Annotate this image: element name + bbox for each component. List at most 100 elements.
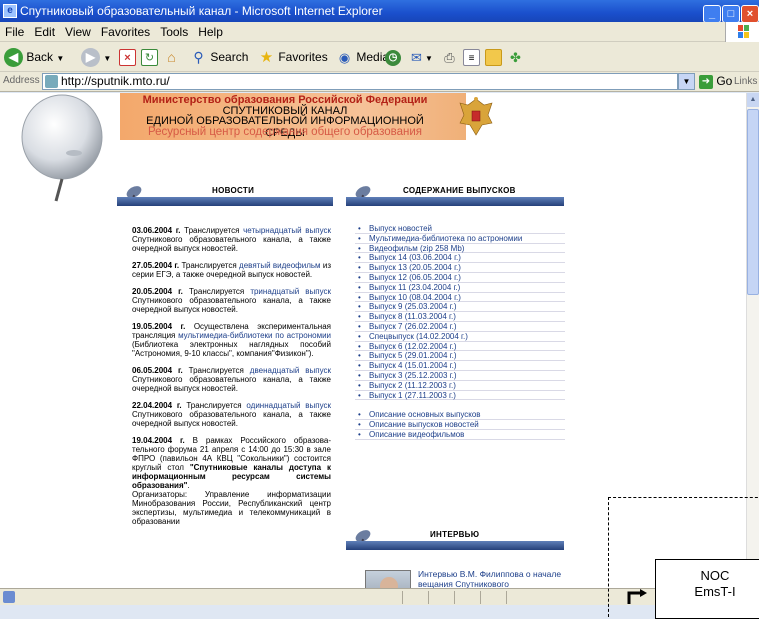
menu-help[interactable]: Help (193, 22, 228, 42)
news-link[interactable]: тринадцатый выпуск (250, 287, 331, 296)
stop-icon: × (119, 49, 136, 67)
issue-link[interactable]: Выпуск 7 (26.02.2004 г.) (355, 322, 565, 332)
satellite-dish-image (21, 94, 103, 202)
issue-link[interactable]: Выпуск новостей (355, 224, 565, 234)
issue-link[interactable]: Выпуск 12 (06.05.2004 г.) (355, 273, 565, 283)
issues-list: Выпуск новостей Мультимедиа-библиотека п… (355, 224, 565, 440)
issue-link[interactable]: Спецвыпуск (14.02.2004 г.) (355, 332, 565, 342)
windows-flag-icon (725, 22, 759, 42)
edit-button[interactable]: ≡ (463, 47, 480, 67)
issue-link[interactable]: Мультимедиа-библиотека по астрономии (355, 234, 565, 244)
back-dropdown-icon[interactable]: ▼ (56, 54, 64, 63)
news-item: 20.05.2004 г. Транслируется тринадцатый … (132, 287, 331, 314)
forward-dropdown-icon: ▼ (103, 54, 112, 63)
history-icon: ◷ (385, 49, 401, 66)
contents-heading: СОДЕРЖАНИЕ ВЫПУСКОВ (403, 186, 516, 195)
folder-button[interactable] (485, 47, 502, 67)
stop-button[interactable]: × (119, 47, 136, 67)
address-url: http://sputnik.mto.ru/ (61, 74, 170, 88)
menu-file[interactable]: File (0, 22, 29, 42)
contents-section-header: СОДЕРЖАНИЕ ВЫПУСКОВ (346, 183, 564, 209)
go-arrow-icon: ➜ (699, 74, 713, 89)
address-dropdown-icon[interactable]: ▼ (678, 73, 695, 90)
links-button[interactable]: Links (734, 76, 757, 87)
folder-icon (485, 49, 502, 67)
ie-app-icon: e (3, 4, 17, 18)
news-list: 03.06.2004 г. Транслируется четырнадцаты… (132, 226, 331, 526)
news-link[interactable]: девятый видеофильм (239, 261, 321, 270)
forward-arrow-icon: ▶ (81, 48, 100, 68)
title-bar: e Спутниковый образовательный канал - Mi… (0, 0, 759, 22)
mail-button[interactable]: ✉ ▼ (408, 47, 433, 67)
favorites-button[interactable]: ★ Favorites (258, 47, 328, 67)
search-icon: ⚲ (193, 49, 204, 66)
refresh-icon: ↻ (141, 49, 158, 67)
description-link[interactable]: Описание основных выпусков (355, 410, 565, 421)
address-bar: Address http://sputnik.mto.ru/ ▼ ➜ Go Li… (0, 72, 759, 92)
back-arrow-icon: ◀ (4, 48, 23, 68)
refresh-button[interactable]: ↻ (141, 47, 158, 67)
issue-link[interactable]: Выпуск 4 (15.01.2004 г.) (355, 361, 565, 371)
news-item: 19.04.2004 г. В рамках Российского образ… (132, 436, 332, 526)
news-item: 19.05.2004 г. Осуществлена экспериментал… (132, 322, 332, 358)
resource-center-title: Ресурсный центр содержания общего образо… (148, 126, 422, 138)
description-link[interactable]: Описание выпусков новостей (355, 420, 565, 430)
issue-link[interactable]: Выпуск 11 (23.04.2004 г.) (355, 283, 565, 293)
address-input[interactable]: http://sputnik.mto.ru/ (42, 73, 678, 90)
issue-link[interactable]: Выпуск 13 (20.05.2004 г.) (355, 263, 565, 273)
issue-link[interactable]: Выпуск 14 (03.06.2004 г.) (355, 253, 565, 264)
page-status-icon (3, 591, 15, 603)
close-button[interactable]: × (741, 5, 759, 22)
back-button[interactable]: ◀ Back ▼ (4, 47, 64, 68)
interview-section-header: ИНТЕРВЬЮ (346, 527, 564, 553)
menu-view[interactable]: View (60, 22, 96, 42)
search-button[interactable]: ⚲ Search (190, 47, 248, 67)
media-icon: ◉ (338, 50, 351, 66)
page-icon (45, 75, 58, 88)
news-item: 22.04.2004 г. Транслируется одиннадцатый… (132, 401, 331, 428)
menu-favorites[interactable]: Favorites (96, 22, 155, 42)
issue-link[interactable]: Выпуск 10 (08.04.2004 г.) (355, 293, 565, 303)
edit-page-icon: ≡ (463, 49, 480, 67)
interview-heading: ИНТЕРВЬЮ (430, 530, 480, 539)
scroll-thumb[interactable] (747, 109, 759, 295)
issue-link[interactable]: Видеофильм (zip 258 Mb) (355, 244, 565, 254)
issue-link[interactable]: Выпуск 9 (25.03.2004 г.) (355, 302, 565, 313)
news-link[interactable]: одиннадцатый выпуск (246, 401, 331, 410)
issue-link[interactable]: Выпуск 6 (12.02.2004 г.) (355, 342, 565, 352)
print-icon: ⎙ (444, 50, 455, 66)
news-heading: НОВОСТИ (212, 186, 255, 195)
messenger-button[interactable]: ✤ (507, 47, 524, 67)
issue-link[interactable]: Выпуск 1 (27.11.2003 г.) (355, 391, 565, 401)
minimize-button[interactable]: _ (703, 5, 721, 22)
address-label: Address (3, 75, 40, 86)
history-button[interactable]: ◷ (385, 47, 401, 67)
news-link[interactable]: двенадцатый выпуск (250, 366, 331, 375)
coat-of-arms-emblem (459, 97, 493, 136)
issue-link[interactable]: Выпуск 2 (11.12.2003 г.) (355, 381, 565, 391)
home-icon: ⌂ (167, 49, 176, 66)
news-link[interactable]: мультимедиа-библиотеки по астрономии (178, 331, 331, 340)
print-button[interactable]: ⎙ (441, 47, 458, 67)
issue-link[interactable]: Выпуск 5 (29.01.2004 г.) (355, 351, 565, 362)
interview-link[interactable]: Интервью В.М. Филиппова о начале вещания… (418, 569, 566, 588)
menu-bar: File Edit View Favorites Tools Help (0, 22, 759, 42)
menu-tools[interactable]: Tools (155, 22, 193, 42)
media-button[interactable]: ◉ Media (336, 47, 389, 67)
forward-button[interactable]: ▶ ▼ (81, 47, 112, 68)
mail-icon: ✉ (411, 50, 422, 66)
window-title: Спутниковый образовательный канал - Micr… (20, 4, 383, 18)
home-button[interactable]: ⌂ (163, 47, 180, 67)
news-item: 03.06.2004 г. Транслируется четырнадцаты… (132, 226, 332, 253)
go-button[interactable]: ➜ Go (699, 74, 732, 89)
description-link[interactable]: Описание видеофильмов (355, 430, 565, 440)
maximize-button[interactable]: □ (722, 5, 740, 22)
scroll-up-icon[interactable]: ▲ (747, 93, 759, 107)
issue-link[interactable]: Выпуск 8 (11.03.2004 г.) (355, 312, 565, 322)
emst-label: EmsT-I (694, 584, 736, 599)
arrow-icon (627, 589, 647, 604)
menu-edit[interactable]: Edit (29, 22, 60, 42)
noc-label: NOC (700, 568, 730, 583)
issue-link[interactable]: Выпуск 3 (25.12.2003 г.) (355, 371, 565, 381)
news-link[interactable]: четырнадцатый выпуск (243, 226, 331, 235)
